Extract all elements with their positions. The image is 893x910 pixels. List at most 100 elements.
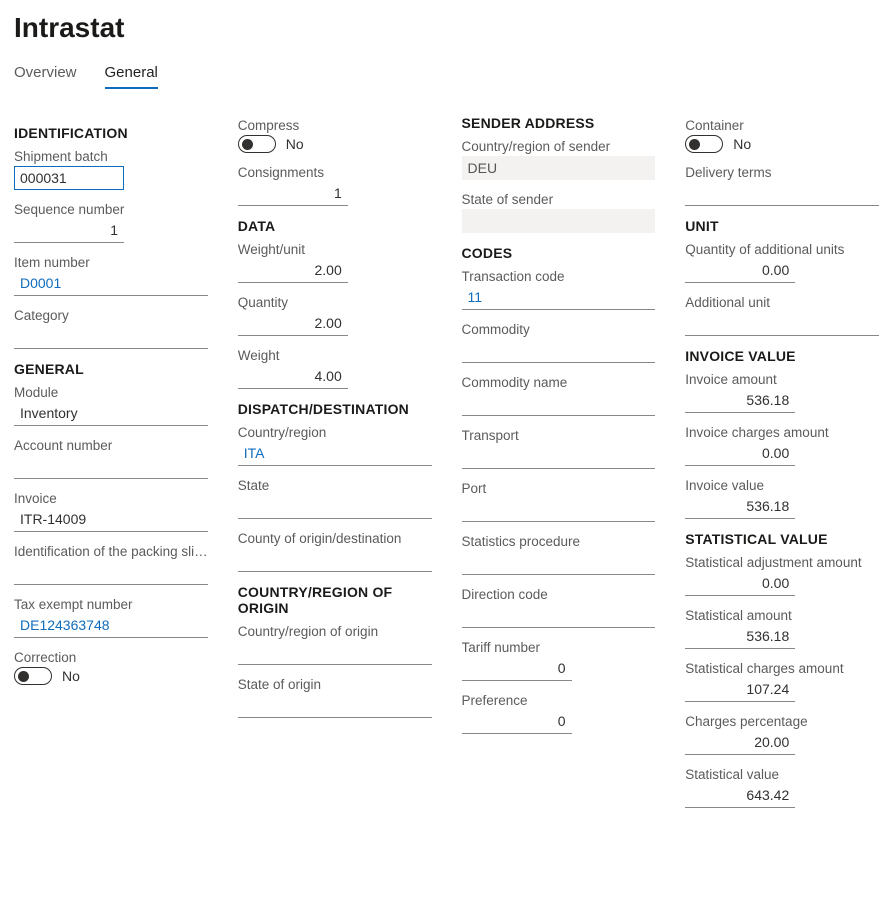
container-label: Container xyxy=(685,118,879,133)
dispatch-state-label: State xyxy=(238,478,432,493)
module-label: Module xyxy=(14,385,208,400)
stat-adj-input[interactable] xyxy=(685,572,795,596)
invoice-charges-label: Invoice charges amount xyxy=(685,425,879,440)
commodity-label: Commodity xyxy=(462,322,656,337)
consignments-input[interactable] xyxy=(238,182,348,206)
qty-add-input[interactable] xyxy=(685,259,795,283)
direction-input[interactable] xyxy=(462,604,656,628)
stat-charges-input[interactable] xyxy=(685,678,795,702)
compress-toggle[interactable] xyxy=(238,135,276,153)
sender-state-value xyxy=(462,209,656,233)
stat-adj-label: Statistical adjustment amount xyxy=(685,555,879,570)
sender-state-label: State of sender xyxy=(462,192,656,207)
correction-label: Correction xyxy=(14,650,208,665)
category-input[interactable] xyxy=(14,325,208,349)
stat-amount-label: Statistical amount xyxy=(685,608,879,623)
item-number-label: Item number xyxy=(14,255,208,270)
invoice-value-input[interactable] xyxy=(685,495,795,519)
origin-country-label: Country/region of origin xyxy=(238,624,432,639)
tab-overview[interactable]: Overview xyxy=(14,60,77,89)
tax-exempt-input[interactable] xyxy=(14,614,208,638)
origin-state-input[interactable] xyxy=(238,694,432,718)
sender-heading: SENDER ADDRESS xyxy=(462,115,656,131)
packing-slip-label: Identification of the packing slip ... xyxy=(14,544,208,559)
commodity-input[interactable] xyxy=(462,339,656,363)
sequence-input[interactable] xyxy=(14,219,124,243)
origin-heading: COUNTRY/REGION OF ORIGIN xyxy=(238,584,432,616)
module-input[interactable] xyxy=(14,402,208,426)
weight-unit-label: Weight/unit xyxy=(238,242,432,257)
codes-heading: CODES xyxy=(462,245,656,261)
dispatch-state-input[interactable] xyxy=(238,495,432,519)
page-title: Intrastat xyxy=(14,12,879,44)
delivery-input[interactable] xyxy=(685,182,879,206)
add-unit-label: Additional unit xyxy=(685,295,879,310)
container-toggle-text: No xyxy=(733,136,751,152)
charges-pct-input[interactable] xyxy=(685,731,795,755)
dispatch-country-input[interactable] xyxy=(238,442,432,466)
tariff-label: Tariff number xyxy=(462,640,656,655)
dispatch-country-label: Country/region xyxy=(238,425,432,440)
weight-label: Weight xyxy=(238,348,432,363)
consignments-label: Consignments xyxy=(238,165,432,180)
tab-bar: Overview General xyxy=(14,60,879,89)
statistical-heading: STATISTICAL VALUE xyxy=(685,531,879,547)
quantity-label: Quantity xyxy=(238,295,432,310)
txn-code-input[interactable] xyxy=(462,286,656,310)
sequence-label: Sequence number xyxy=(14,202,208,217)
preference-label: Preference xyxy=(462,693,656,708)
qty-add-label: Quantity of additional units xyxy=(685,242,879,257)
invoice-input[interactable] xyxy=(14,508,208,532)
weight-input[interactable] xyxy=(238,365,348,389)
stat-value-input[interactable] xyxy=(685,784,795,808)
shipment-batch-label: Shipment batch xyxy=(14,149,208,164)
direction-label: Direction code xyxy=(462,587,656,602)
invoice-label: Invoice xyxy=(14,491,208,506)
transport-input[interactable] xyxy=(462,445,656,469)
category-label: Category xyxy=(14,308,208,323)
weight-unit-input[interactable] xyxy=(238,259,348,283)
preference-input[interactable] xyxy=(462,710,572,734)
invoice-charges-input[interactable] xyxy=(685,442,795,466)
container-toggle[interactable] xyxy=(685,135,723,153)
tariff-input[interactable] xyxy=(462,657,572,681)
correction-toggle[interactable] xyxy=(14,667,52,685)
account-input[interactable] xyxy=(14,455,208,479)
charges-pct-label: Charges percentage xyxy=(685,714,879,729)
port-label: Port xyxy=(462,481,656,496)
tab-general[interactable]: General xyxy=(105,60,158,89)
general-heading: GENERAL xyxy=(14,361,208,377)
delivery-label: Delivery terms xyxy=(685,165,879,180)
account-label: Account number xyxy=(14,438,208,453)
origin-state-label: State of origin xyxy=(238,677,432,692)
tax-exempt-label: Tax exempt number xyxy=(14,597,208,612)
identification-heading: IDENTIFICATION xyxy=(14,125,208,141)
data-heading: DATA xyxy=(238,218,432,234)
stat-charges-label: Statistical charges amount xyxy=(685,661,879,676)
invoice-amount-label: Invoice amount xyxy=(685,372,879,387)
compress-toggle-text: No xyxy=(286,136,304,152)
stats-proc-input[interactable] xyxy=(462,551,656,575)
stat-amount-input[interactable] xyxy=(685,625,795,649)
port-input[interactable] xyxy=(462,498,656,522)
packing-slip-input[interactable] xyxy=(14,561,208,585)
item-number-input[interactable] xyxy=(14,272,208,296)
transport-label: Transport xyxy=(462,428,656,443)
commodity-name-label: Commodity name xyxy=(462,375,656,390)
quantity-input[interactable] xyxy=(238,312,348,336)
stat-value-label: Statistical value xyxy=(685,767,879,782)
invoice-value-label: Invoice value xyxy=(685,478,879,493)
commodity-name-input[interactable] xyxy=(462,392,656,416)
invoice-value-heading: INVOICE VALUE xyxy=(685,348,879,364)
sender-country-value: DEU xyxy=(462,156,656,180)
dispatch-county-label: County of origin/destination xyxy=(238,531,432,546)
txn-code-label: Transaction code xyxy=(462,269,656,284)
correction-toggle-text: No xyxy=(62,668,80,684)
dispatch-heading: DISPATCH/DESTINATION xyxy=(238,401,432,417)
dispatch-county-input[interactable] xyxy=(238,548,432,572)
shipment-batch-input[interactable] xyxy=(14,166,124,190)
origin-country-input[interactable] xyxy=(238,641,432,665)
add-unit-input[interactable] xyxy=(685,312,879,336)
sender-country-label: Country/region of sender xyxy=(462,139,656,154)
invoice-amount-input[interactable] xyxy=(685,389,795,413)
